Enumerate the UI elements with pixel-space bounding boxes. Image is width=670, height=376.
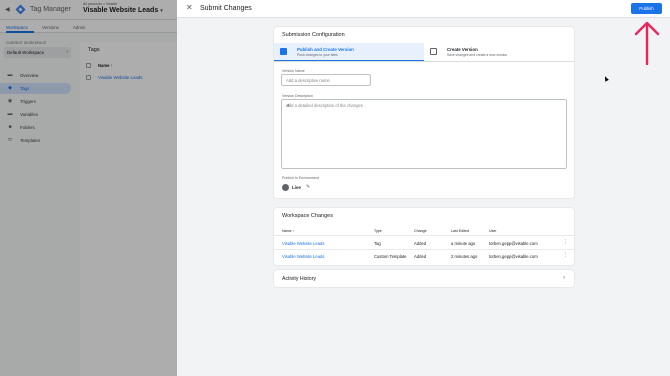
version-description-field[interactable]: Add a detailed description of the change… xyxy=(281,99,567,169)
resize-handle-icon[interactable]: ◢ xyxy=(286,102,565,167)
change-row-change: Added xyxy=(414,241,427,246)
option-title: Create Version xyxy=(447,47,478,52)
change-row-change: Added xyxy=(414,254,427,259)
col-header-type: Type xyxy=(374,229,382,233)
col-header-last-edited: Last Edited xyxy=(451,229,469,233)
change-row-user: torben.gepp@visable.com xyxy=(489,254,538,259)
activity-history-title: Activity History xyxy=(282,276,317,282)
environment-icon xyxy=(282,184,289,191)
close-icon[interactable]: ✕ xyxy=(186,3,193,13)
version-name-field[interactable]: Add a descriptive name xyxy=(281,74,371,86)
col-header-name[interactable]: Name ↑ xyxy=(282,229,294,233)
row-divider xyxy=(274,249,574,250)
row-divider xyxy=(274,235,574,236)
more-vert-icon[interactable]: ⋮ xyxy=(563,253,568,258)
edit-pencil-icon[interactable]: ✎ xyxy=(306,184,310,190)
change-row-last-edited: 2 minutes ago xyxy=(451,254,478,259)
create-version-icon xyxy=(430,48,437,55)
option-publish-and-create[interactable]: Publish and Create Version Push changes … xyxy=(274,43,424,61)
change-row-name-link[interactable]: Visable Website Leads xyxy=(282,254,324,259)
change-row-type: Tag xyxy=(374,241,381,246)
option-create-version[interactable]: Create Version Save changes and create a… xyxy=(424,43,574,61)
publish-version-icon xyxy=(280,48,287,55)
change-row-user: torben.gepp@visable.com xyxy=(489,241,538,246)
chevron-right-icon[interactable]: › xyxy=(563,275,565,281)
activity-history-card[interactable] xyxy=(274,270,574,287)
panel-header: ✕ Submit Changes Publish xyxy=(177,0,670,18)
divider xyxy=(274,61,574,62)
annotation-arrow-icon xyxy=(634,21,660,66)
option-subtitle: Save changes and create a new version xyxy=(447,53,508,57)
version-name-label: Version Name xyxy=(282,69,305,73)
publish-button[interactable]: Publish xyxy=(631,3,662,14)
environment-value: Live xyxy=(292,185,301,190)
version-name-placeholder: Add a descriptive name xyxy=(286,78,330,83)
version-description-label: Version Description xyxy=(282,94,313,98)
panel-title: Submit Changes xyxy=(200,5,252,12)
more-vert-icon[interactable]: ⋮ xyxy=(563,240,568,245)
option-subtitle: Push changes to your sites xyxy=(297,53,338,57)
change-row-name-link[interactable]: Visable Website Leads xyxy=(282,241,324,246)
workspace-changes-title: Workspace Changes xyxy=(282,213,333,219)
change-row-last-edited: a minute ago xyxy=(451,241,476,246)
change-row-type: Custom Template xyxy=(374,254,407,259)
col-header-user: User xyxy=(489,229,497,233)
publish-environment-label: Publish to Environment xyxy=(282,176,319,180)
modal-scrim[interactable] xyxy=(0,0,177,376)
option-title: Publish and Create Version xyxy=(297,47,354,52)
submission-config-title: Submission Configuration xyxy=(282,32,345,38)
col-header-change: Change xyxy=(414,229,427,233)
